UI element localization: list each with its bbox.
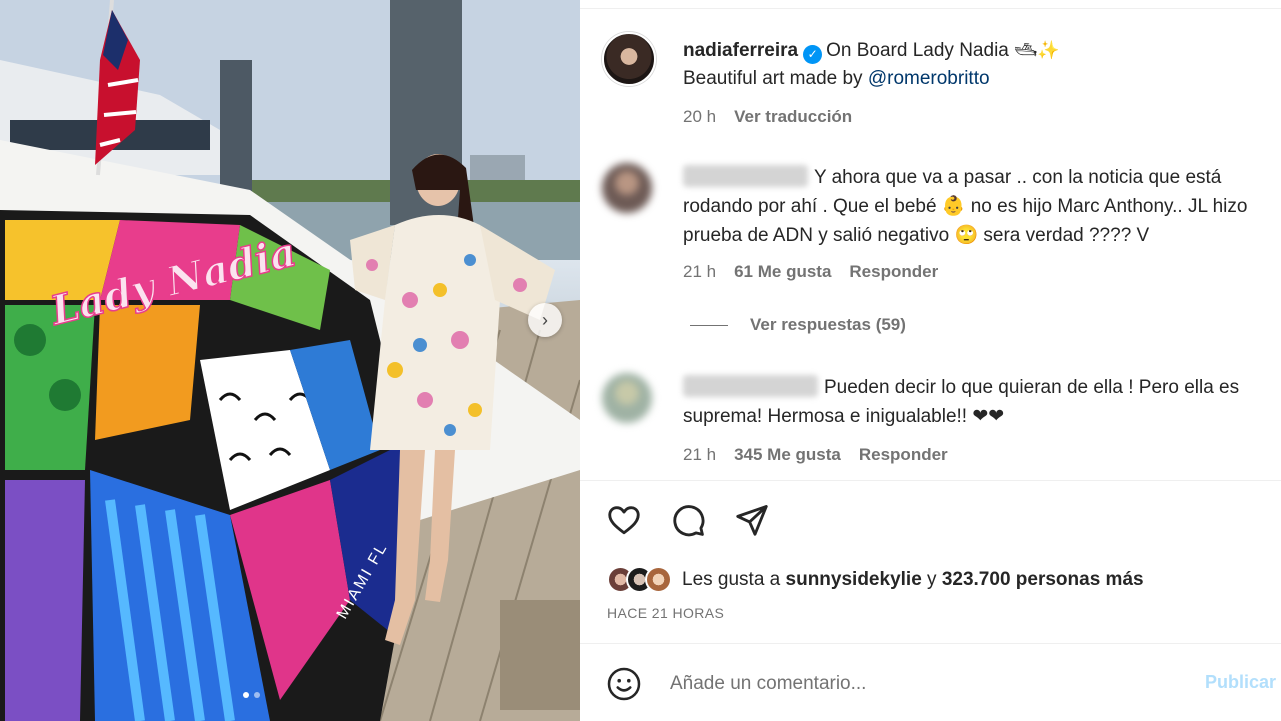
view-replies-button[interactable]: Ver respuestas (59) xyxy=(690,315,906,335)
likes-count[interactable]: 323.700 personas más xyxy=(942,569,1144,590)
reply-button[interactable]: Responder xyxy=(849,262,938,282)
author-username[interactable]: nadiaferreira xyxy=(683,40,798,61)
caption-line2: Beautiful art made by xyxy=(683,68,863,89)
comment-icon[interactable] xyxy=(670,502,706,538)
liker-username[interactable]: sunnysidekylie xyxy=(786,569,922,590)
comment-meta: 21 h 345 Me gusta Responder xyxy=(683,445,948,465)
post-action-bar xyxy=(606,502,770,538)
emoji-icon[interactable] xyxy=(606,666,642,702)
liker-avatar xyxy=(645,566,672,593)
comment-input[interactable] xyxy=(670,673,1210,695)
share-icon[interactable] xyxy=(734,502,770,538)
caption-emojis: 🛥✨ xyxy=(1014,40,1060,61)
carousel-dot-active xyxy=(243,692,249,698)
caption-body: nadiaferreira ✓ On Board Lady Nadia 🛥✨ Bea… xyxy=(683,37,1273,131)
carousel-dot xyxy=(254,692,260,698)
post-photo[interactable]: Lady Nadia MIAMI FL › xyxy=(0,0,580,721)
actions-divider xyxy=(580,480,1281,481)
mention-link[interactable]: @romerobritto xyxy=(868,68,990,89)
commenter-avatar[interactable] xyxy=(602,373,652,423)
comment-body: Pueden decir lo que quieran de ella ! Pe… xyxy=(683,373,1281,431)
yacht-photo-illustration: Lady Nadia MIAMI FL xyxy=(0,0,580,721)
likes-summary[interactable]: Les gusta a sunnysidekylie y 323.700 per… xyxy=(607,566,1144,593)
comment-time[interactable]: 21 h xyxy=(683,262,716,282)
caption-title: On Board Lady Nadia xyxy=(826,40,1009,61)
comment-likes[interactable]: 61 Me gusta xyxy=(734,262,831,282)
heart-icon[interactable] xyxy=(606,502,642,538)
post-timestamp[interactable]: HACE 21 HORAS xyxy=(607,605,724,621)
replies-line xyxy=(690,324,728,326)
comment-time[interactable]: 21 h xyxy=(683,445,716,465)
chevron-right-icon: › xyxy=(542,309,548,330)
carousel-indicator xyxy=(243,692,260,698)
view-replies-label: Ver respuestas (59) xyxy=(750,315,906,334)
commenter-avatar[interactable] xyxy=(602,163,652,213)
comment-likes[interactable]: 345 Me gusta xyxy=(734,445,841,465)
likes-text: Les gusta a sunnysidekylie y 323.700 per… xyxy=(682,569,1144,591)
carousel-next-button[interactable]: › xyxy=(528,303,562,337)
add-comment-bar: Publicar xyxy=(606,666,1276,702)
commenter-username-redacted[interactable] xyxy=(683,375,818,397)
commenter-username-redacted[interactable] xyxy=(683,165,808,187)
verified-badge-icon: ✓ xyxy=(803,44,823,64)
post-detail-panel: nadiaferreira ✓ On Board Lady Nadia 🛥✨ Bea… xyxy=(580,0,1281,721)
comment-body: Y ahora que va a pasar .. con la noticia… xyxy=(683,163,1281,250)
likes-middle: y xyxy=(927,568,937,590)
translate-button[interactable]: Ver traducción xyxy=(734,103,852,131)
comment-meta: 21 h 61 Me gusta Responder xyxy=(683,262,938,282)
caption-time[interactable]: 20 h xyxy=(683,103,716,131)
publish-button[interactable]: Publicar xyxy=(1205,672,1276,693)
likes-prefix: Les gusta a xyxy=(682,568,781,590)
comment-box-divider xyxy=(580,643,1281,644)
reply-button[interactable]: Responder xyxy=(859,445,948,465)
top-divider xyxy=(580,8,1281,9)
author-avatar[interactable] xyxy=(602,32,656,86)
caption-meta: 20 h Ver traducción xyxy=(683,103,1273,131)
